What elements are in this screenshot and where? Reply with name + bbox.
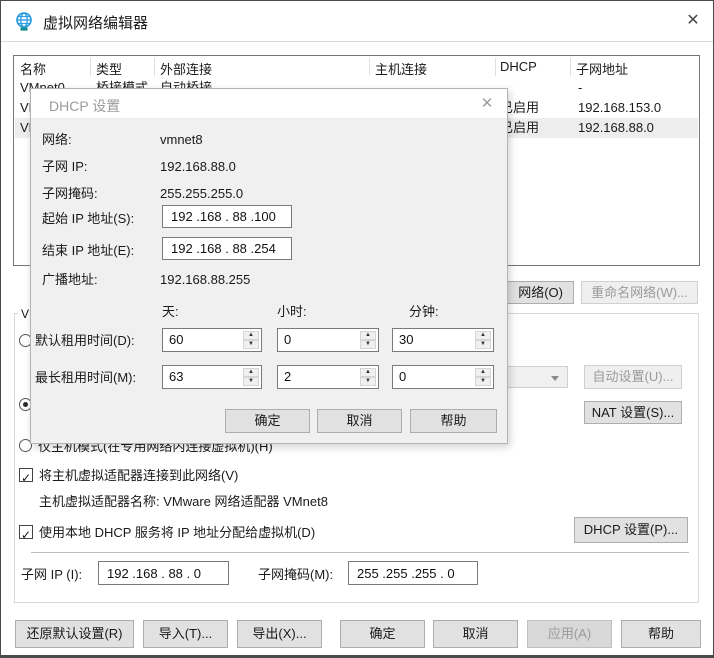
window-close-icon[interactable]: ✕ [675,8,711,34]
check-icon: ✓ [21,471,31,485]
spin-down-icon[interactable]: ▼ [475,377,491,386]
minutes-header: 分钟: [409,303,439,321]
group-separator [31,552,689,553]
max-lease-minutes-spinner[interactable]: 0 ▲ ▼ [392,365,494,389]
network-value: vmnet8 [160,131,203,149]
connect-host-adapter-label: 将主机虚拟适配器连接到此网络(V) [39,467,238,485]
spin-down-icon[interactable]: ▼ [360,377,376,386]
help-button[interactable]: 帮助 [621,620,701,648]
window-title: 虚拟网络编辑器 [43,12,148,33]
column-header-name[interactable]: 名称 [20,59,46,77]
column-header-host[interactable]: 主机连接 [375,59,427,77]
dialog-subnet-mask-value: 255.255.255.0 [160,185,243,203]
dialog-subnet-ip-label: 子网 IP: [42,158,88,176]
default-lease-days-spinner[interactable]: 60 ▲ ▼ [162,328,262,352]
spin-down-icon[interactable]: ▼ [360,340,376,349]
window-titlebar: 虚拟网络编辑器 ✕ [1,1,713,42]
check-icon: ✓ [21,528,31,542]
dhcp-settings-button[interactable]: DHCP 设置(P)... [574,517,688,543]
auto-settings-button[interactable]: 自动设置(U)... [584,365,682,389]
dialog-subnet-mask-label: 子网掩码: [42,185,98,203]
spinner-value: 2 [284,369,291,384]
dialog-close-icon[interactable]: ✕ [473,93,501,115]
column-header-external[interactable]: 外部连接 [160,59,212,77]
spin-up-icon[interactable]: ▲ [360,368,376,377]
spin-up-icon[interactable]: ▲ [360,331,376,340]
dialog-titlebar: DHCP 设置 ✕ [31,89,507,119]
dialog-help-button[interactable]: 帮助 [410,409,497,433]
cancel-button[interactable]: 取消 [433,620,518,648]
radio-dot [23,402,28,407]
column-separator [570,58,571,76]
dialog-ok-button[interactable]: 确定 [225,409,310,433]
spin-up-icon[interactable]: ▲ [243,331,259,340]
dialog-title: DHCP 设置 [49,96,120,116]
spinner-value: 30 [399,332,413,347]
broadcast-value: 192.168.88.255 [160,271,250,289]
ok-button[interactable]: 确定 [340,620,425,648]
import-button[interactable]: 导入(T)... [143,620,228,648]
max-lease-days-spinner[interactable]: 63 ▲ ▼ [162,365,262,389]
days-header: 天: [162,303,179,321]
column-separator [369,58,370,76]
column-header-dhcp[interactable]: DHCP [500,59,537,77]
column-header-type[interactable]: 类型 [96,59,122,77]
network-globe-icon [14,11,34,32]
subnet-ip-input[interactable] [98,561,229,585]
use-local-dhcp-label: 使用本地 DHCP 服务将 IP 地址分配给虚拟机(D) [39,524,315,542]
cell-subnet: 192.168.88.0 [578,119,654,137]
cell-subnet: - [578,79,582,97]
spin-up-icon[interactable]: ▲ [243,368,259,377]
spin-down-icon[interactable]: ▼ [243,340,259,349]
column-separator [154,58,155,76]
default-lease-minutes-spinner[interactable]: 30 ▲ ▼ [392,328,494,352]
spinner-value: 0 [399,369,406,384]
host-adapter-name-text: 主机虚拟适配器名称: VMware 网络适配器 VMnet8 [39,493,328,511]
spinner-value: 63 [169,369,183,384]
default-lease-hours-spinner[interactable]: 0 ▲ ▼ [277,328,379,352]
connect-host-adapter-checkbox[interactable]: ✓ [19,468,33,482]
column-header-subnet[interactable]: 子网地址 [576,59,628,77]
dialog-cancel-button[interactable]: 取消 [317,409,402,433]
spin-up-icon[interactable]: ▲ [475,331,491,340]
max-lease-hours-spinner[interactable]: 2 ▲ ▼ [277,365,379,389]
cell-subnet: 192.168.153.0 [578,99,661,117]
chevron-down-icon [551,376,559,381]
subnet-ip-label: 子网 IP (I): [21,566,82,584]
start-ip-label: 起始 IP 地址(S): [42,210,134,228]
max-lease-label: 最长租用时间(M): [35,369,136,387]
network-label: 网络: [42,131,72,149]
dialog-subnet-ip-value: 192.168.88.0 [160,158,236,176]
spinner-value: 60 [169,332,183,347]
nat-settings-button[interactable]: NAT 设置(S)... [584,401,682,424]
end-ip-input[interactable] [162,237,292,260]
column-separator [495,58,496,76]
restore-defaults-button[interactable]: 还原默认设置(R) [15,620,134,648]
virtual-network-editor-window: 虚拟网络编辑器 ✕ 名称 类型 外部连接 主机连接 DHCP 子网地址 VMne… [0,0,714,658]
spin-down-icon[interactable]: ▼ [475,340,491,349]
spin-down-icon[interactable]: ▼ [243,377,259,386]
export-button[interactable]: 导出(X)... [237,620,322,648]
spin-up-icon[interactable]: ▲ [475,368,491,377]
end-ip-label: 结束 IP 地址(E): [42,242,134,260]
apply-button[interactable]: 应用(A) [527,620,612,648]
spinner-value: 0 [284,332,291,347]
rename-network-button[interactable]: 重命名网络(W)... [581,281,698,304]
subnet-mask-input[interactable] [348,561,478,585]
start-ip-input[interactable] [162,205,292,228]
subnet-mask-label: 子网掩码(M): [258,566,333,584]
hours-header: 小时: [277,303,307,321]
use-local-dhcp-checkbox[interactable]: ✓ [19,525,33,539]
default-lease-label: 默认租用时间(D): [35,332,135,350]
dhcp-settings-dialog: DHCP 设置 ✕ 网络: vmnet8 子网 IP: 192.168.88.0… [30,88,508,444]
broadcast-label: 广播地址: [42,271,98,289]
column-separator [90,58,91,76]
